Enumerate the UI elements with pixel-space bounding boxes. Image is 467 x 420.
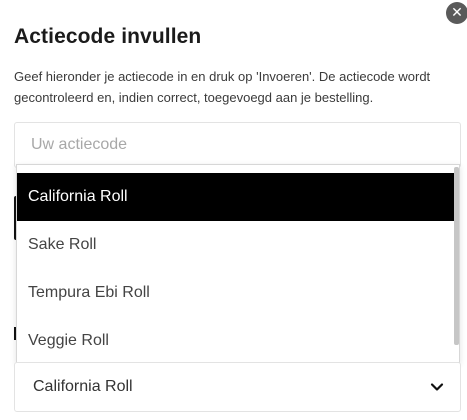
dropdown-option-label: California Roll [28,188,128,205]
modal-title: Actiecode invullen [14,25,202,48]
dropdown-option-label: Tempura Ebi Roll [28,284,150,301]
dropdown-scrollbar[interactable] [454,167,459,345]
chevron-down-icon [430,380,444,394]
promo-code-input[interactable] [14,122,461,168]
close-icon[interactable]: ✕ [446,2,467,24]
dropdown-option-tempura-ebi-roll[interactable]: Tempura Ebi Roll [17,269,454,317]
dropdown-option-veggie-roll[interactable]: Veggie Roll [17,317,454,362]
dropdown-list[interactable]: California Roll Sake Roll Tempura Ebi Ro… [16,164,460,363]
product-select-value: California Roll [33,378,133,395]
dropdown-option-sake-roll[interactable]: Sake Roll [17,221,454,269]
dropdown-option-label: Veggie Roll [28,332,109,349]
modal-description: Geef hieronder je actiecode in en druk o… [14,69,431,105]
dropdown-option-california-roll[interactable]: California Roll [17,173,454,221]
product-select[interactable]: California Roll [14,362,461,412]
dropdown-option-label: Sake Roll [28,236,97,253]
